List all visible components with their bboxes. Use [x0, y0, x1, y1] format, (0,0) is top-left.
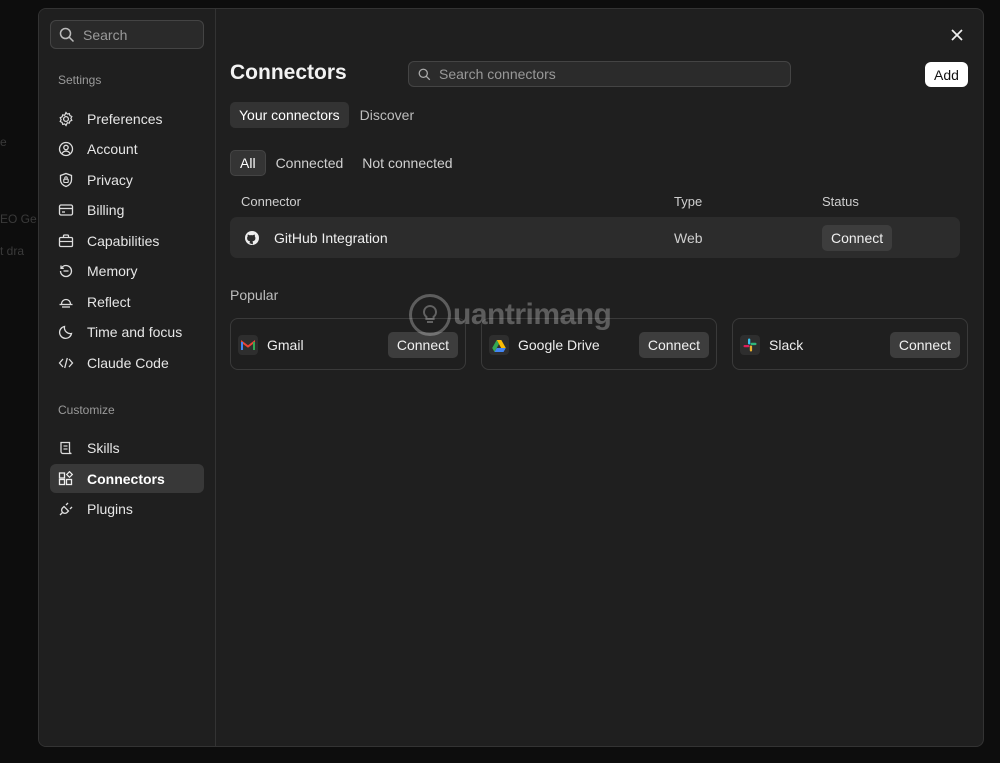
connectors-panel: Connectors Add Your connectors Discover …: [216, 9, 983, 746]
sidebar-item-label: Account: [87, 141, 138, 157]
gmail-icon: [238, 335, 258, 355]
scroll-icon: [58, 440, 74, 456]
sidebar-item-memory[interactable]: Memory: [50, 257, 204, 286]
tab-discover[interactable]: Discover: [351, 102, 423, 128]
sidebar-item-label: Connectors: [87, 470, 165, 487]
sidebar-item-claude-code[interactable]: Claude Code: [50, 348, 204, 377]
watermark: uantrimang: [409, 294, 612, 336]
sidebar-item-label: Time and focus: [87, 324, 183, 340]
sidebar-item-reflect[interactable]: Reflect: [50, 287, 204, 316]
sidebar-item-label: Capabilities: [87, 232, 160, 249]
sidebar-search-input[interactable]: [83, 26, 193, 43]
moon-icon: [58, 324, 74, 340]
search-icon: [418, 68, 431, 80]
column-header-status: Status: [822, 194, 859, 209]
connect-button-google-drive[interactable]: Connect: [638, 332, 709, 358]
sidebar-item-account[interactable]: Account: [50, 135, 204, 164]
connector-type: Web: [674, 229, 703, 246]
filter-all[interactable]: All: [230, 150, 266, 176]
history-icon: [58, 263, 74, 279]
lightbulb-icon: [409, 294, 451, 336]
sidebar-item-connectors[interactable]: Connectors: [50, 464, 204, 493]
settings-modal: Settings Preferences Account Privacy Bil…: [38, 8, 984, 747]
connector-tabs: Your connectors Discover: [230, 102, 425, 128]
sidebar-item-label: Privacy: [87, 171, 133, 188]
code-icon: [58, 355, 74, 371]
table-row[interactable]: GitHub Integration Web Connect: [230, 217, 960, 258]
add-connector-button[interactable]: Add: [925, 62, 968, 87]
briefcase-icon: [58, 233, 74, 249]
github-icon: [244, 217, 260, 258]
sidebar-item-privacy[interactable]: Privacy: [50, 165, 204, 194]
sidebar-item-capabilities[interactable]: Capabilities: [50, 226, 204, 255]
background-app: e: [0, 135, 7, 149]
credit-card-icon: [58, 202, 74, 218]
plug-icon: [58, 501, 74, 517]
background-app: t dra: [0, 244, 25, 258]
sidebar-item-billing[interactable]: Billing: [50, 196, 204, 225]
connect-button-github[interactable]: Connect: [822, 224, 893, 251]
close-icon[interactable]: [949, 27, 965, 43]
sidebar-item-label: Memory: [87, 263, 138, 279]
connectors-search-input[interactable]: [439, 66, 769, 82]
card-name: Gmail: [267, 337, 304, 353]
status-filters: All Connected Not connected: [230, 150, 463, 176]
google-drive-icon: [489, 335, 509, 355]
sunrise-icon: [58, 294, 74, 310]
filter-connected[interactable]: Connected: [267, 150, 353, 176]
customize-section-label: Customize: [58, 402, 115, 417]
sidebar-item-plugins[interactable]: Plugins: [50, 495, 204, 524]
connect-button-slack[interactable]: Connect: [889, 332, 960, 358]
sidebar-item-label: Claude Code: [87, 354, 169, 371]
user-circle-icon: [58, 141, 74, 157]
sidebar-item-label: Billing: [87, 202, 125, 218]
blocks-icon: [58, 470, 74, 487]
column-header-connector: Connector: [241, 194, 301, 209]
column-header-type: Type: [674, 194, 703, 209]
watermark-text: uantrimang: [453, 298, 612, 331]
background-app: EO Ge: [0, 212, 37, 226]
card-name: Slack: [769, 337, 804, 353]
shield-lock-icon: [58, 172, 74, 188]
sidebar-item-label: Reflect: [87, 293, 131, 310]
slack-icon: [740, 335, 760, 355]
sidebar-item-label: Preferences: [87, 110, 163, 127]
connectors-search[interactable]: [408, 61, 791, 87]
sidebar-item-preferences[interactable]: Preferences: [50, 104, 204, 133]
page-title: Connectors: [230, 61, 347, 84]
sidebar-item-label: Skills: [87, 440, 120, 456]
popular-card-slack[interactable]: Slack Connect: [732, 318, 968, 370]
sidebar-item-skills[interactable]: Skills: [50, 434, 204, 463]
settings-section-label: Settings: [58, 73, 102, 87]
sidebar-item-label: Plugins: [87, 501, 133, 517]
tab-your-connectors[interactable]: Your connectors: [230, 102, 349, 128]
sidebar-item-time-and-focus[interactable]: Time and focus: [50, 318, 204, 347]
sidebar: Settings Preferences Account Privacy Bil…: [39, 9, 216, 746]
filter-not-connected[interactable]: Not connected: [353, 150, 461, 176]
connector-name: GitHub Integration: [274, 229, 388, 246]
search-icon: [59, 27, 75, 42]
popular-section-label: Popular: [230, 287, 279, 303]
gear-icon: [58, 110, 74, 127]
sidebar-search[interactable]: [50, 20, 204, 49]
